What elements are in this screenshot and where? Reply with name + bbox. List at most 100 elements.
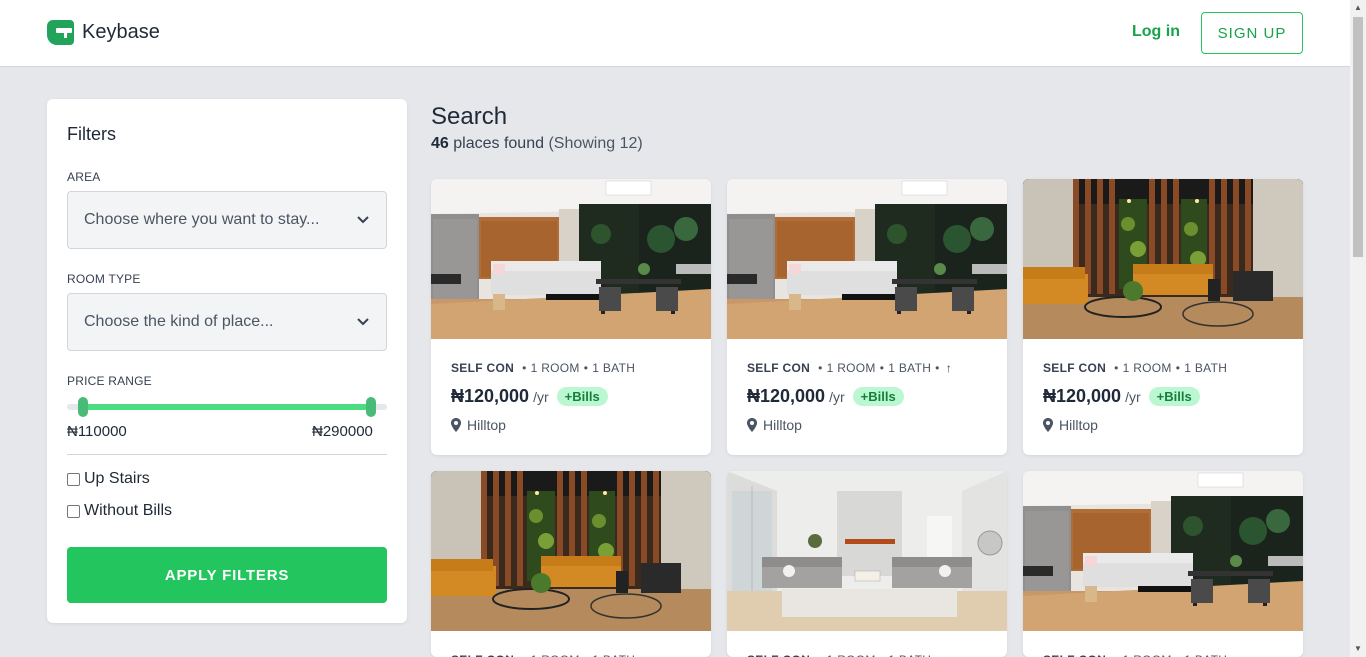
price-max-value: ₦290000 xyxy=(312,423,373,440)
price-range-label: PRICE RANGE xyxy=(67,374,152,388)
listing-card[interactable]: SELF CON • 1 ROOM • 1 BATH ₦120,000/yr +Bills H… xyxy=(1023,179,1303,455)
brand[interactable]: Keybase xyxy=(47,20,160,45)
listing-price-row: ₦120,000/yr +Bills xyxy=(1043,386,1200,407)
signup-button[interactable]: SIGN UP xyxy=(1201,12,1303,54)
filters-title: Filters xyxy=(67,124,116,144)
scroll-up-arrow-icon[interactable]: ▲ xyxy=(1350,0,1366,16)
room-type-select[interactable]: Choose the kind of place... xyxy=(67,293,387,351)
upstairs-label: Up Stairs xyxy=(84,470,150,487)
listing-photo xyxy=(1023,179,1303,339)
chevron-down-icon xyxy=(357,318,369,326)
price-range-slider[interactable] xyxy=(67,397,387,417)
listing-price: ₦120,000 xyxy=(747,386,826,406)
room-type-label: ROOM TYPE xyxy=(67,272,141,286)
listing-location-name: Hilltop xyxy=(467,417,506,433)
login-link[interactable]: Log in xyxy=(1132,23,1180,41)
listing-location: Hilltop xyxy=(451,417,506,433)
listing-baths: 1 BATH xyxy=(1184,653,1227,657)
location-pin-icon xyxy=(451,418,461,432)
location-pin-icon xyxy=(1043,418,1053,432)
brand-name: Keybase xyxy=(82,21,160,43)
listing-rooms: 1 ROOM xyxy=(827,653,876,657)
listing-location-name: Hilltop xyxy=(1059,417,1098,433)
listing-location: Hilltop xyxy=(747,417,802,433)
listing-card[interactable]: SELF CON•1 ROOM•1 BATH•↑ xyxy=(431,471,711,657)
scroll-down-arrow-icon[interactable]: ▼ xyxy=(1350,641,1366,657)
without-bills-checkbox[interactable]: Without Bills xyxy=(67,502,172,520)
listing-photo xyxy=(727,471,1007,631)
listing-price: ₦120,000 xyxy=(451,386,530,406)
area-select[interactable]: Choose where you want to stay... xyxy=(67,191,387,249)
results-count: 46 places found (Showing 12) xyxy=(431,135,643,153)
bills-badge: +Bills xyxy=(1148,387,1200,406)
room-type-select-placeholder: Choose the kind of place... xyxy=(84,313,274,330)
listing-location-name: Hilltop xyxy=(763,417,802,433)
divider xyxy=(67,454,387,455)
price-min-handle[interactable] xyxy=(78,397,88,417)
upstairs-arrow-icon: ↑ xyxy=(945,361,952,375)
apply-filters-button[interactable]: APPLY FILTERS xyxy=(67,547,387,603)
listing-meta: SELF CON•1 ROOM•1 BATH xyxy=(1043,361,1227,375)
listing-type: SELF CON xyxy=(1043,361,1107,375)
listing-price-period: /yr xyxy=(533,388,549,405)
listing-image[interactable] xyxy=(1023,179,1303,339)
listing-rooms: 1 ROOM xyxy=(1122,361,1172,375)
filters-panel: Filters AREA Choose where you want to st… xyxy=(47,99,407,623)
separator-dot: • xyxy=(818,361,823,375)
scrollbar-thumb[interactable] xyxy=(1353,17,1363,257)
price-min-value: ₦110000 xyxy=(67,423,127,440)
checkbox-box[interactable] xyxy=(67,504,80,518)
listing-image[interactable] xyxy=(1023,471,1303,631)
page-scrollbar[interactable]: ▲ ▼ xyxy=(1350,0,1366,657)
listing-card[interactable]: SELF CON • 1 ROOM • 1 BATH • ↑ ₦120,000/yr +Bill… xyxy=(727,179,1007,455)
price-max-handle[interactable] xyxy=(366,397,376,417)
upstairs-checkbox[interactable]: Up Stairs xyxy=(67,470,150,488)
separator-dot: • xyxy=(935,361,940,375)
listing-price-period: /yr xyxy=(829,388,845,405)
listing-image[interactable] xyxy=(727,179,1007,339)
top-navbar: Keybase Log in SIGN UP xyxy=(0,0,1350,67)
listing-photo xyxy=(431,179,711,339)
bills-badge: +Bills xyxy=(556,387,608,406)
listing-image[interactable] xyxy=(431,179,711,339)
listing-rooms: 1 ROOM xyxy=(826,361,876,375)
listing-card[interactable]: SELF CON•1 ROOM•1 BATH xyxy=(1023,471,1303,657)
listing-price-row: ₦120,000/yr +Bills xyxy=(451,386,608,407)
listing-price: ₦120,000 xyxy=(1043,386,1122,406)
separator-dot: • xyxy=(1114,653,1119,657)
location-pin-icon xyxy=(747,418,757,432)
upstairs-arrow-icon: ↑ xyxy=(946,653,952,657)
separator-dot: • xyxy=(935,653,940,657)
separator-dot: • xyxy=(522,361,527,375)
listing-card[interactable]: SELF CON•1 ROOM•1 BATH•↑ xyxy=(727,471,1007,657)
key-logo-icon xyxy=(47,20,74,45)
listing-rooms: 1 ROOM xyxy=(531,653,580,657)
listing-type: SELF CON xyxy=(1043,653,1106,657)
listing-meta: SELF CON•1 ROOM•1 BATH xyxy=(451,361,635,375)
listing-price-period: /yr xyxy=(1125,388,1141,405)
separator-dot: • xyxy=(639,653,644,657)
listing-image[interactable] xyxy=(431,471,711,631)
area-label: AREA xyxy=(67,170,101,184)
listing-baths: 1 BATH xyxy=(888,361,932,375)
listing-photo xyxy=(727,179,1007,339)
listing-baths: 1 BATH xyxy=(1184,361,1228,375)
area-select-placeholder: Choose where you want to stay... xyxy=(84,211,320,228)
listing-price-row: ₦120,000/yr +Bills xyxy=(747,386,904,407)
price-range-fill xyxy=(83,404,371,410)
listing-baths: 1 BATH xyxy=(592,653,635,657)
listing-type: SELF CON xyxy=(451,361,515,375)
listing-type: SELF CON xyxy=(451,653,514,657)
listing-rooms: 1 ROOM xyxy=(1123,653,1172,657)
separator-dot: • xyxy=(583,361,589,375)
results-showing: (Showing 12) xyxy=(548,135,643,152)
separator-dot: • xyxy=(1176,653,1181,657)
checkbox-box[interactable] xyxy=(67,472,80,486)
chevron-down-icon xyxy=(357,216,369,224)
results-count-suffix: places found xyxy=(453,135,544,152)
bills-badge: +Bills xyxy=(852,387,904,406)
listing-image[interactable] xyxy=(727,471,1007,631)
listing-location: Hilltop xyxy=(1043,417,1098,433)
separator-dot: • xyxy=(584,653,589,657)
listing-card[interactable]: SELF CON • 1 ROOM • 1 BATH ₦120,000/yr +Bills H… xyxy=(431,179,711,455)
